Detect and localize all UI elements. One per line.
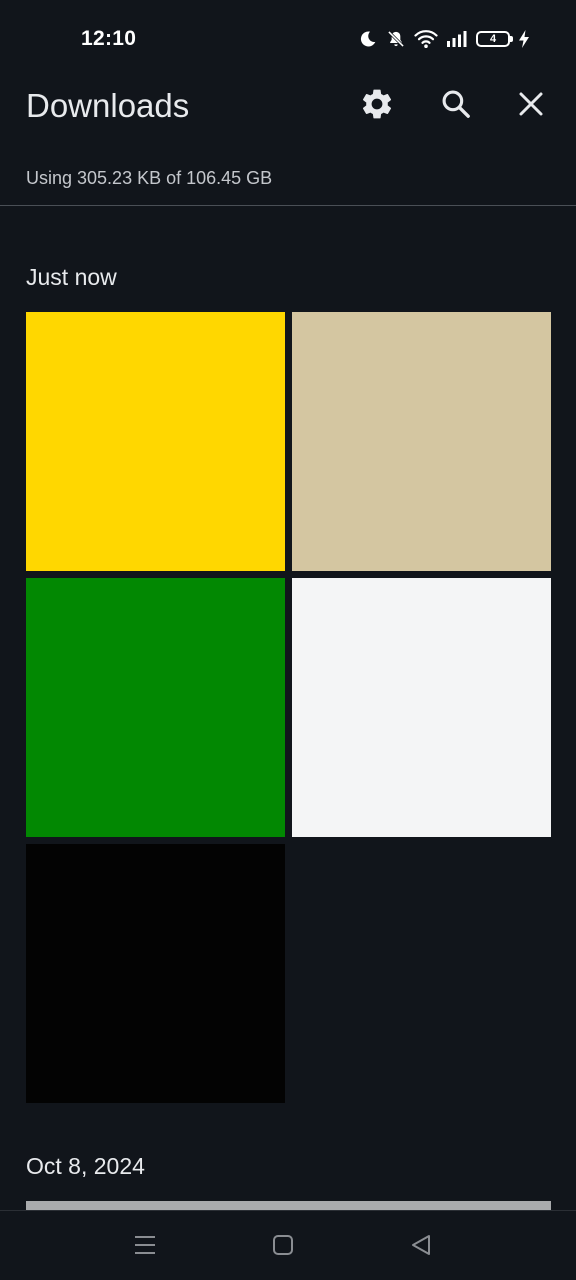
recent-apps-button[interactable]: [127, 1229, 163, 1265]
bell-off-icon: [386, 29, 406, 49]
close-button[interactable]: [509, 84, 553, 128]
signal-icon: [446, 30, 468, 48]
section-header-oct-8-2024: Oct 8, 2024: [26, 1153, 145, 1179]
close-icon: [516, 89, 546, 124]
battery-level: 4: [489, 33, 497, 45]
download-thumbnail[interactable]: [292, 578, 551, 837]
navigation-bar: [0, 1210, 576, 1280]
home-icon: [272, 1234, 294, 1261]
storage-usage-text: Using 305.23 KB of 106.45 GB: [26, 168, 273, 188]
section-header-just-now: Just now: [26, 264, 117, 290]
back-icon: [410, 1234, 432, 1261]
charging-bolt-icon: [518, 29, 530, 49]
app-bar: Downloads: [0, 76, 576, 138]
wifi-icon: [414, 29, 438, 49]
search-icon: [439, 87, 473, 126]
moon-icon: [358, 29, 378, 49]
status-bar: 12:10 4: [0, 0, 576, 76]
settings-icon: [359, 86, 395, 127]
back-button[interactable]: [403, 1229, 439, 1265]
divider: [0, 205, 576, 206]
download-thumbnail[interactable]: [26, 844, 285, 1103]
search-button[interactable]: [434, 84, 478, 128]
status-icons: 4: [358, 26, 530, 52]
battery-icon: 4: [476, 31, 513, 47]
download-thumbnail[interactable]: [26, 312, 285, 571]
status-time: 12:10: [81, 27, 137, 50]
download-thumbnail[interactable]: [26, 578, 285, 837]
page-title: Downloads: [26, 87, 190, 124]
download-thumbnail[interactable]: [26, 1201, 551, 1210]
download-thumbnail[interactable]: [292, 312, 551, 571]
home-button[interactable]: [265, 1229, 301, 1265]
menu-icon: [133, 1234, 157, 1261]
settings-button[interactable]: [355, 84, 399, 128]
